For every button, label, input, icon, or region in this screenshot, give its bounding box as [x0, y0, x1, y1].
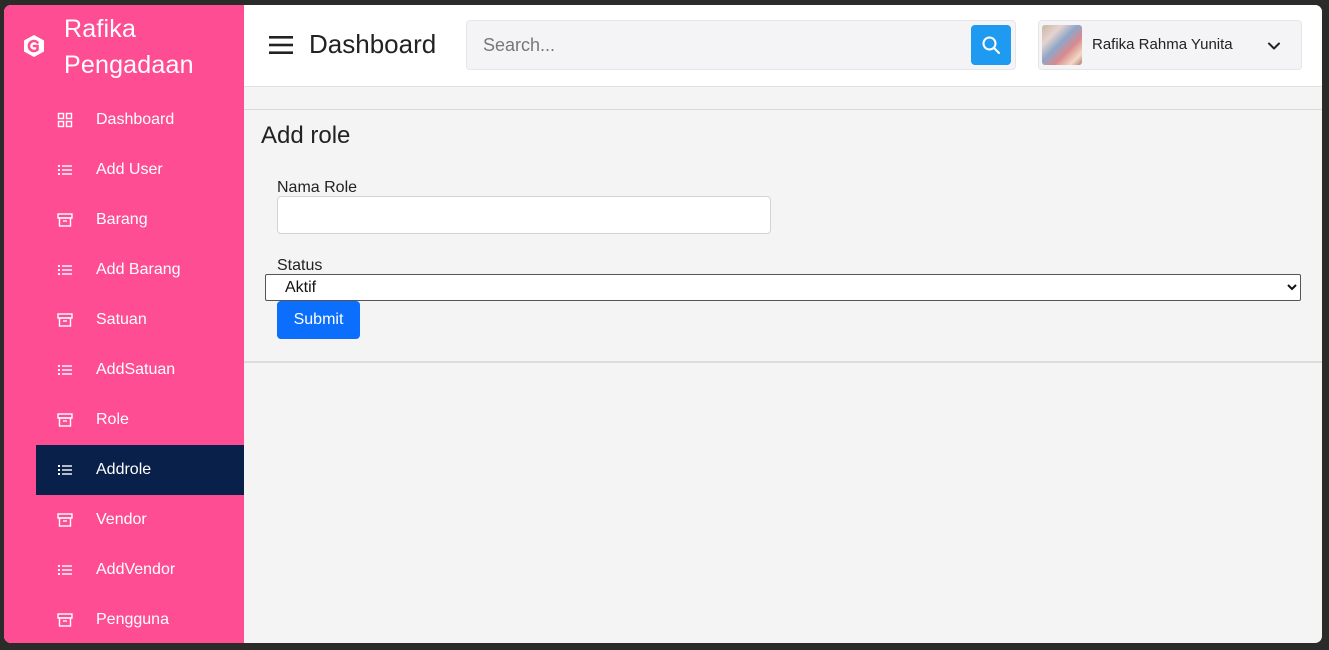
add-role-card: Add role Nama Role Status Aktif Submit [244, 109, 1322, 363]
sidebar-item-dashboard[interactable]: Dashboard [36, 95, 244, 145]
brand-logo-icon [24, 35, 44, 57]
sidebar-item-label: Add User [96, 161, 163, 178]
brand-name-line1: Rafika [64, 15, 137, 43]
sidebar-item-label: Addrole [96, 461, 152, 478]
search-icon [982, 36, 1000, 54]
topbar: Dashboard Rafika Rahma Yunita [244, 5, 1322, 87]
list-icon [58, 365, 72, 375]
sidebar-item-add-user[interactable]: Add User [36, 145, 244, 195]
user-name: Rafika Rahma Yunita [1092, 36, 1233, 53]
sidebar-item-label: Pengguna [96, 611, 169, 628]
sidebar-item-addrole[interactable]: Addrole [36, 445, 244, 495]
sidebar-item-label: Dashboard [96, 111, 175, 128]
sidebar-item-label: Barang [96, 211, 148, 228]
sidebar-item-label: Add Barang [96, 261, 181, 278]
page-title: Add role [261, 122, 351, 149]
sidebar-item-label: Satuan [96, 311, 147, 328]
sidebar: Rafika Pengadaan Dashboard Add User Bara… [4, 5, 244, 643]
sidebar-item-vendor[interactable]: Vendor [36, 495, 244, 545]
search-button[interactable] [971, 25, 1011, 65]
chevron-down-icon [1268, 42, 1280, 50]
archive-icon [57, 213, 73, 227]
app-window: Rafika Pengadaan Dashboard Add User Bara… [4, 5, 1322, 643]
sidebar-item-label: AddSatuan [96, 361, 176, 378]
sidebar-item-pengguna[interactable]: Pengguna [36, 595, 244, 643]
status-label: Status [277, 257, 323, 274]
role-name-label: Nama Role [277, 179, 358, 196]
brand[interactable]: Rafika Pengadaan [4, 5, 244, 87]
page-header-title: Dashboard [309, 29, 437, 59]
sidebar-item-label: Vendor [96, 511, 147, 528]
submit-button[interactable]: Submit [277, 301, 360, 339]
archive-icon [57, 513, 73, 527]
sidebar-item-add-barang[interactable]: Add Barang [36, 245, 244, 295]
brand-name-line2: Pengadaan [64, 51, 194, 79]
hamburger-menu-icon[interactable] [269, 35, 293, 55]
grid-icon [57, 112, 73, 128]
search-input[interactable] [467, 21, 967, 69]
user-profile-menu[interactable]: Rafika Rahma Yunita [1038, 20, 1302, 70]
list-icon [58, 165, 72, 175]
search-bar [466, 20, 1016, 70]
archive-icon [57, 613, 73, 627]
sidebar-item-satuan[interactable]: Satuan [36, 295, 244, 345]
sidebar-item-role[interactable]: Role [36, 395, 244, 445]
list-icon [58, 565, 72, 575]
role-name-input[interactable] [277, 196, 771, 234]
avatar [1042, 25, 1082, 65]
brand-name: Rafika Pengadaan [64, 11, 234, 83]
sidebar-item-barang[interactable]: Barang [36, 195, 244, 245]
list-icon [58, 465, 72, 475]
list-icon [58, 265, 72, 275]
archive-icon [57, 413, 73, 427]
archive-icon [57, 313, 73, 327]
sidebar-item-label: AddVendor [96, 561, 176, 578]
sidebar-item-addvendor[interactable]: AddVendor [36, 545, 244, 595]
sidebar-item-label: Role [96, 411, 129, 428]
status-select[interactable]: Aktif [265, 274, 1301, 301]
sidebar-item-addsatuan[interactable]: AddSatuan [36, 345, 244, 395]
